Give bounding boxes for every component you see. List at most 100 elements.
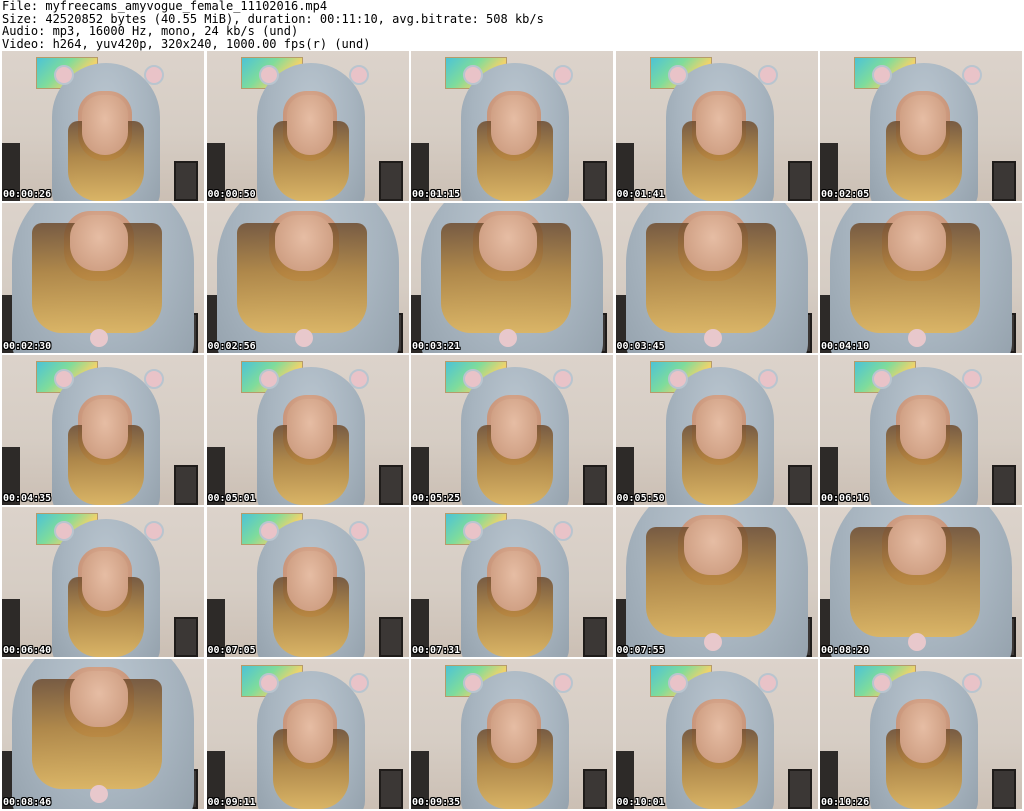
dark-shelf-right [992, 769, 1016, 809]
dark-shelf-right [378, 161, 403, 201]
hood-ear-left [258, 65, 279, 85]
face-highlight [82, 95, 128, 155]
video-frame-thumbnail: 00:05:01 [206, 355, 409, 505]
file-name-line: File: myfreecams_amyvogue_female_1110201… [2, 0, 328, 13]
frame-timestamp: 00:10:26 [821, 797, 870, 808]
video-frame-thumbnail: 00:08:20 [820, 507, 1022, 657]
video-frame-thumbnail: 00:05:25 [411, 355, 613, 505]
hood-ear-left [872, 673, 892, 693]
video-frame-thumbnail: 00:04:35 [2, 355, 204, 505]
hood-ear-right [348, 369, 369, 389]
video-frame-thumbnail: 00:06:16 [820, 355, 1022, 505]
face-highlight [695, 399, 742, 459]
hood-ear-left [463, 65, 483, 85]
drawstring-pompom [703, 633, 722, 651]
hood-ear-right [757, 369, 778, 389]
video-frame-thumbnail: 00:08:46 [2, 659, 204, 809]
face-highlight [491, 399, 537, 459]
face-highlight [70, 215, 128, 271]
frame-timestamp: 00:06:40 [3, 645, 52, 656]
drawstring-pompom [90, 329, 108, 347]
face-highlight [888, 215, 946, 271]
dark-shelf-right [583, 769, 607, 809]
hood-ear-right [553, 369, 573, 389]
drawstring-pompom [499, 329, 517, 347]
frame-timestamp: 00:03:45 [616, 341, 665, 352]
frame-timestamp: 00:00:50 [207, 189, 256, 200]
hood-ear-left [258, 673, 279, 693]
video-frame-thumbnail: 00:00:26 [2, 51, 204, 201]
video-frame-thumbnail: 00:02:30 [2, 203, 204, 353]
frame-timestamp: 00:05:01 [207, 493, 256, 504]
frame-timestamp: 00:07:05 [207, 645, 256, 656]
face-highlight [286, 399, 333, 459]
video-frame-thumbnail: 00:03:21 [411, 203, 613, 353]
video-frame-thumbnail: 00:05:50 [615, 355, 818, 505]
hood-ear-right [962, 65, 982, 85]
frame-timestamp: 00:10:01 [616, 797, 665, 808]
hood-ear-left [54, 369, 74, 389]
hood-ear-right [144, 521, 164, 541]
video-frame-thumbnail: 00:10:01 [615, 659, 818, 809]
video-frame-thumbnail: 00:07:05 [206, 507, 409, 657]
thumbnail-grid: 00:00:26 00:00:50 00:01:15 00:01:41 00:02:05… [2, 51, 1022, 811]
hood-ear-left [463, 369, 483, 389]
hood-ear-left [258, 369, 279, 389]
hood-ear-right [348, 65, 369, 85]
face-highlight [900, 703, 946, 763]
face-highlight [683, 519, 742, 575]
video-frame-thumbnail: 00:01:41 [615, 51, 818, 201]
file-info-header: File: myfreecams_amyvogue_female_1110201… [2, 0, 1022, 50]
face-highlight [900, 399, 946, 459]
dark-shelf-right [378, 769, 403, 809]
face-highlight [82, 551, 128, 611]
frame-timestamp: 00:09:11 [207, 797, 256, 808]
frame-timestamp: 00:02:30 [3, 341, 52, 352]
face-highlight [491, 95, 537, 155]
video-frame-thumbnail: 00:09:11 [206, 659, 409, 809]
dark-shelf-right [174, 465, 198, 505]
frame-timestamp: 00:04:10 [821, 341, 870, 352]
drawstring-pompom [908, 633, 926, 651]
frame-timestamp: 00:02:56 [207, 341, 256, 352]
dark-shelf-right [992, 465, 1016, 505]
face-highlight [491, 703, 537, 763]
dark-shelf-right [583, 465, 607, 505]
frame-timestamp: 00:07:31 [412, 645, 461, 656]
video-frame-thumbnail: 00:09:35 [411, 659, 613, 809]
hood-ear-right [553, 65, 573, 85]
frame-timestamp: 00:00:26 [3, 189, 52, 200]
video-frame-thumbnail: 00:03:45 [615, 203, 818, 353]
video-frame-thumbnail: 00:00:50 [206, 51, 409, 201]
dark-shelf-right [583, 161, 607, 201]
dark-shelf-right [174, 617, 198, 657]
video-frame-thumbnail: 00:02:56 [206, 203, 409, 353]
hood-ear-right [553, 673, 573, 693]
hood-ear-left [872, 369, 892, 389]
dark-shelf-right [787, 465, 812, 505]
hood-ear-right [348, 521, 369, 541]
face-highlight [900, 95, 946, 155]
dark-shelf-right [787, 161, 812, 201]
hood-ear-right [348, 673, 369, 693]
drawstring-pompom [703, 329, 722, 347]
face-highlight [70, 671, 128, 727]
frame-timestamp: 00:06:16 [821, 493, 870, 504]
dark-shelf-right [787, 769, 812, 809]
frame-timestamp: 00:01:15 [412, 189, 461, 200]
video-frame-thumbnail: 00:01:15 [411, 51, 613, 201]
dark-shelf-right [378, 617, 403, 657]
frame-timestamp: 00:02:05 [821, 189, 870, 200]
hood-ear-left [54, 521, 74, 541]
frame-timestamp: 00:09:35 [412, 797, 461, 808]
face-highlight [286, 95, 333, 155]
dark-shelf-right [378, 465, 403, 505]
video-frame-thumbnail: 00:04:10 [820, 203, 1022, 353]
hood-ear-left [463, 673, 483, 693]
dark-shelf-right [583, 617, 607, 657]
drawstring-pompom [908, 329, 926, 347]
frame-timestamp: 00:01:41 [616, 189, 665, 200]
hood-ear-right [962, 369, 982, 389]
face-highlight [286, 703, 333, 763]
face-highlight [286, 551, 333, 611]
